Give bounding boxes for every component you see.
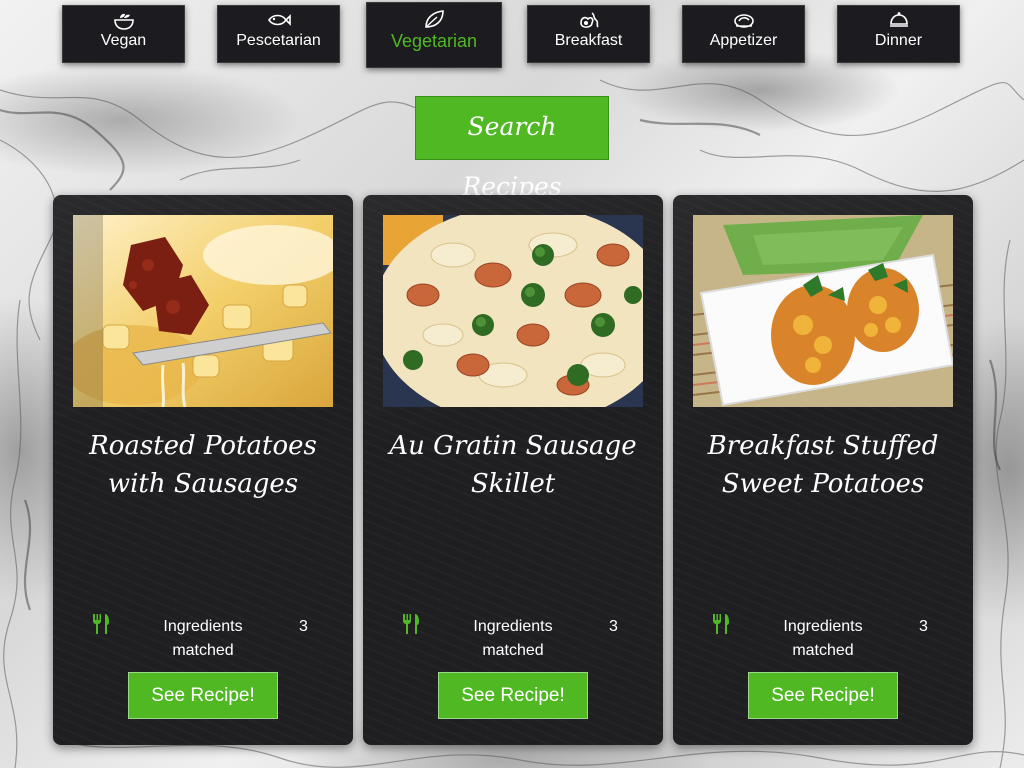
tab-vegan[interactable]: Vegan <box>62 5 185 63</box>
recipe-image-stuffed-sweet-potatoes[interactable] <box>693 215 953 407</box>
tab-pescetarian[interactable]: Pescetarian <box>217 5 340 63</box>
recipe-title: Roasted Potatoes with Sausages <box>73 427 333 503</box>
fork-knife-icon <box>403 614 419 634</box>
ingredients-label-line: matched <box>482 642 544 659</box>
ingredients-label-line: Ingredients <box>473 618 553 635</box>
recipe-title-line: Breakfast Stuffed <box>707 431 939 461</box>
leaf-icon <box>425 10 444 28</box>
recipe-title-line: Au Gratin Sausage <box>389 431 637 461</box>
fork-knife-icon <box>713 614 729 634</box>
recipe-card: Roasted Potatoes with Sausages Ingredien… <box>53 195 353 745</box>
fork-knife-icon <box>93 614 109 634</box>
recipe-card: Au Gratin Sausage Skillet Ingredients ma… <box>363 195 663 745</box>
recipe-title-line: Sweet Potatoes <box>721 469 925 499</box>
tab-appetizer[interactable]: Appetizer <box>682 5 805 63</box>
ingredients-label-line: matched <box>792 642 854 659</box>
tab-dinner-label: Dinner <box>874 32 923 49</box>
ingredients-matched-label: Ingredients matched <box>133 615 273 663</box>
ingredients-label-line: matched <box>172 642 234 659</box>
tab-pescetarian-label: Pescetarian <box>236 32 321 49</box>
recipe-title-line: Skillet <box>470 469 556 499</box>
cloche-icon <box>889 12 908 27</box>
recipe-image-au-gratin[interactable] <box>383 215 643 407</box>
search-recipes-button[interactable]: Search Recipes <box>415 96 609 201</box>
recipe-image-roasted-potatoes[interactable] <box>73 215 333 407</box>
tab-appetizer-label: Appetizer <box>709 32 778 49</box>
ingredients-count: 3 <box>299 618 308 635</box>
tab-vegetarian[interactable]: Vegetarian <box>366 2 502 68</box>
bowl-icon <box>113 13 134 30</box>
ingredients-matched-label: Ingredients matched <box>753 615 893 663</box>
ingredients-label-line: Ingredients <box>163 618 243 635</box>
tab-vegan-label: Vegan <box>100 32 147 49</box>
plate-icon <box>733 14 754 28</box>
fish-icon <box>267 14 291 26</box>
tab-breakfast-label: Breakfast <box>554 32 623 49</box>
recipe-title-line: Roasted Potatoes <box>89 431 317 461</box>
ingredients-label-line: Ingredients <box>783 618 863 635</box>
recipe-title-line: with Sausages <box>107 469 299 499</box>
recipe-title: Breakfast Stuffed Sweet Potatoes <box>693 427 953 503</box>
tab-dinner[interactable]: Dinner <box>837 5 960 63</box>
ingredients-matched-label: Ingredients matched <box>443 615 583 663</box>
eggs-bacon-icon <box>579 12 599 28</box>
recipe-title: Au Gratin Sausage Skillet <box>383 427 643 503</box>
see-recipe-button[interactable]: See Recipe! <box>748 672 898 719</box>
see-recipe-button[interactable]: See Recipe! <box>438 672 588 719</box>
tab-breakfast[interactable]: Breakfast <box>527 5 650 63</box>
see-recipe-button[interactable]: See Recipe! <box>128 672 278 719</box>
recipe-card: Breakfast Stuffed Sweet Potatoes Ingredi… <box>673 195 973 745</box>
tab-vegetarian-label: Vegetarian <box>390 31 478 51</box>
ingredients-count: 3 <box>609 618 618 635</box>
ingredients-count: 3 <box>919 618 928 635</box>
